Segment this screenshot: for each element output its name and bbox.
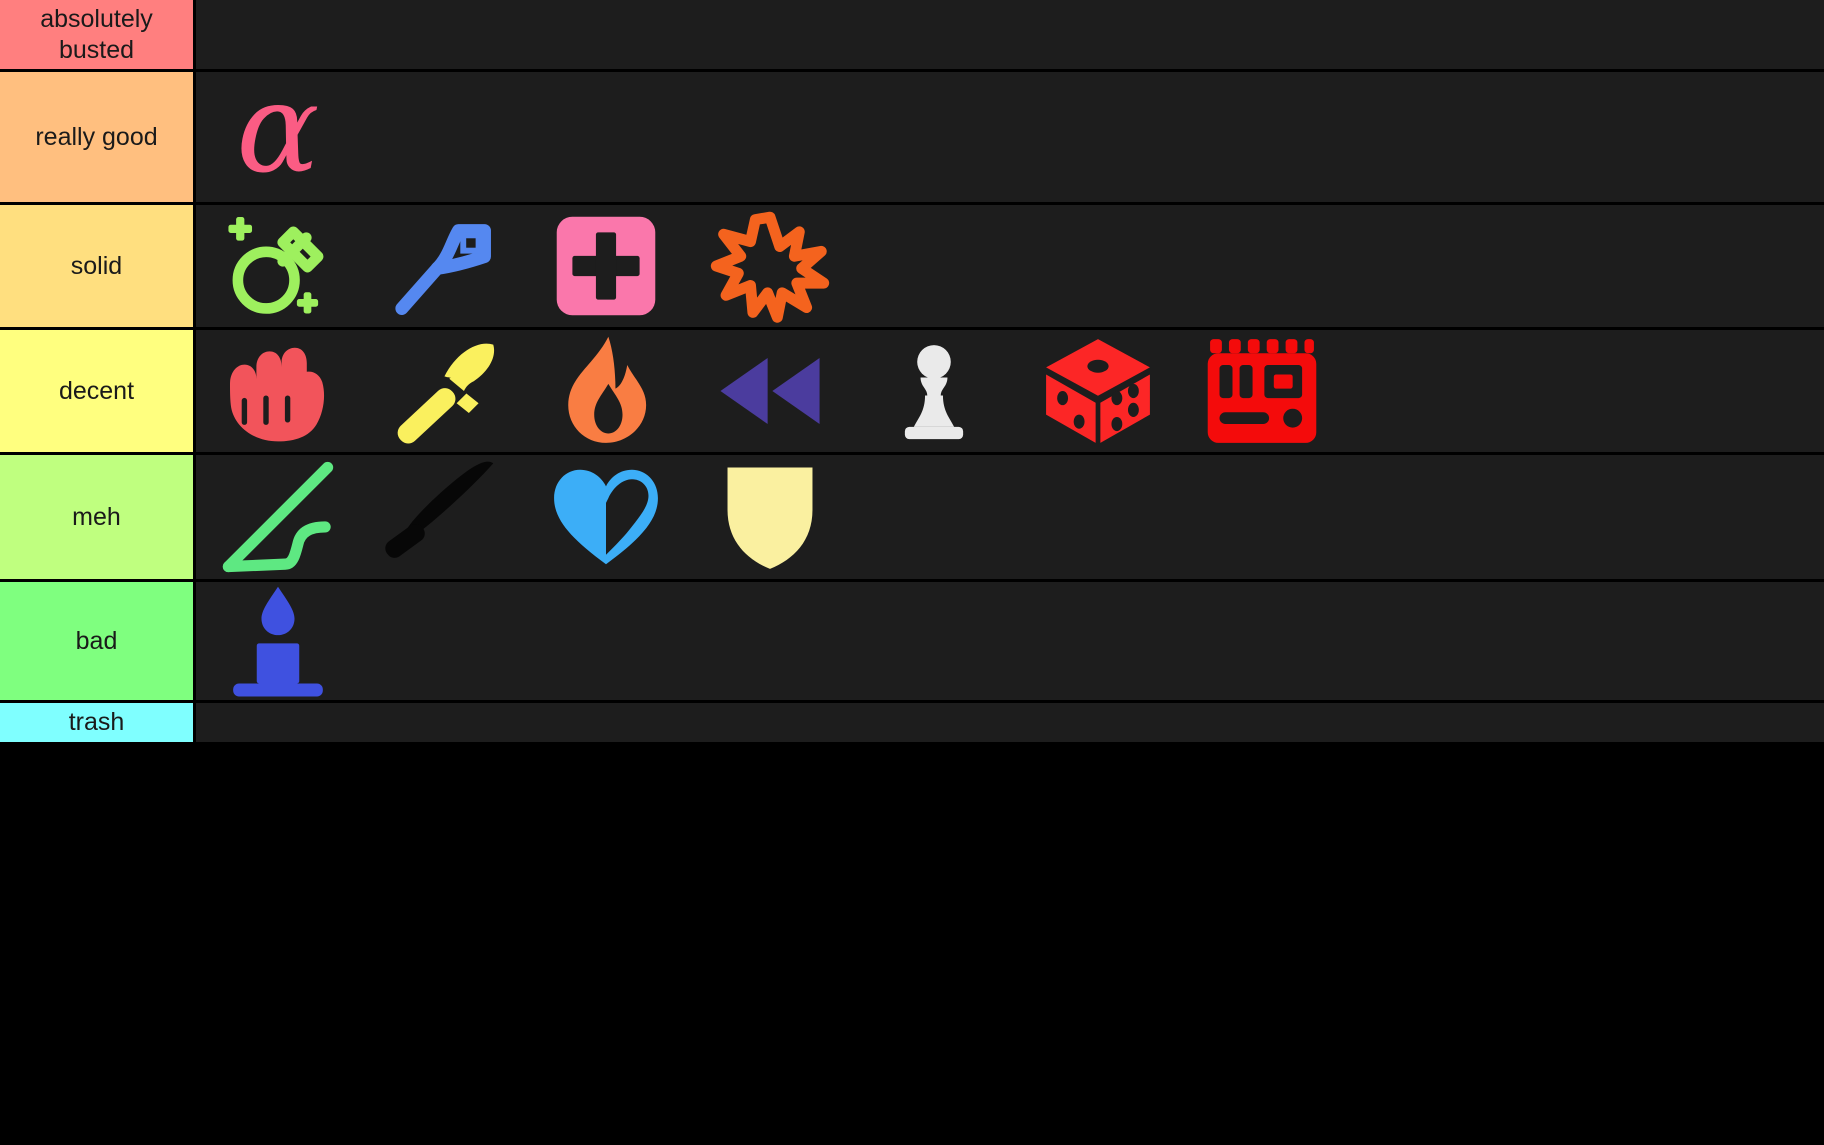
tier-row: absolutely busted: [0, 0, 1824, 72]
tier-label-trash[interactable]: trash: [0, 703, 196, 742]
tier-row: trash: [0, 703, 1824, 742]
potion-flask-icon: [228, 217, 324, 314]
tier-item-fist-punch[interactable]: [196, 330, 360, 452]
medkit-plus-icon: [556, 216, 656, 316]
tier-items-container[interactable]: [196, 582, 1824, 700]
tier-label-decent[interactable]: decent: [0, 330, 196, 452]
tier-label-meh[interactable]: meh: [0, 455, 196, 579]
tier-item-medkit-plus[interactable]: [524, 205, 688, 327]
tier-list: absolutely busted really good α solid de…: [0, 0, 1824, 1145]
tier-row: meh: [0, 455, 1824, 582]
tier-items-container[interactable]: [196, 455, 1824, 579]
tier-row: decent: [0, 330, 1824, 455]
fist-punch-icon: [230, 347, 325, 442]
tier-item-rewind-double-arrow[interactable]: [688, 330, 852, 452]
tier-item-explosion-burst[interactable]: [688, 205, 852, 327]
candle-icon: [233, 586, 323, 697]
shield-icon: [727, 467, 813, 569]
tier-items-container[interactable]: [196, 0, 1824, 69]
tier-item-candle[interactable]: [196, 582, 360, 700]
bow-icon: [222, 461, 334, 573]
tier-item-chess-pawn[interactable]: [852, 330, 1016, 452]
key-icon: [395, 224, 491, 315]
tier-item-flame-fire[interactable]: [524, 330, 688, 452]
tier-label-really-good[interactable]: really good: [0, 72, 196, 202]
tier-items-container[interactable]: α: [196, 72, 1824, 202]
tier-item-knife-dagger[interactable]: [360, 455, 524, 579]
tier-label-absolutely-busted[interactable]: absolutely busted: [0, 0, 196, 69]
heart-outline-icon: [554, 469, 658, 565]
tier-item-heart-outline[interactable]: [524, 455, 688, 579]
svg-text:α: α: [236, 72, 319, 201]
tier-item-bow[interactable]: [196, 455, 360, 579]
tier-items-container[interactable]: [196, 330, 1824, 452]
tier-row: really good α: [0, 72, 1824, 205]
tier-items-container[interactable]: [196, 703, 1824, 742]
tier-item-alpha-symbol[interactable]: α: [196, 72, 360, 202]
tier-items-container[interactable]: [196, 205, 1824, 327]
rewind-double-arrow-icon: [720, 357, 820, 425]
chess-pawn-icon: [904, 345, 964, 440]
dice-icon: [1046, 339, 1150, 443]
tier-item-detonator-box[interactable]: [1180, 330, 1344, 452]
flame-fire-icon: [568, 336, 647, 443]
tier-item-potion-flask[interactable]: [196, 205, 360, 327]
alpha-symbol-icon: α: [236, 72, 319, 201]
hammer-icon: [397, 343, 495, 444]
knife-dagger-icon: [385, 461, 494, 558]
explosion-burst-icon: [710, 211, 830, 323]
detonator-box-icon: [1207, 339, 1317, 443]
tier-item-dice[interactable]: [1016, 330, 1180, 452]
tier-item-key[interactable]: [360, 205, 524, 327]
tier-label-solid[interactable]: solid: [0, 205, 196, 327]
tier-item-shield[interactable]: [688, 455, 852, 579]
tier-label-bad[interactable]: bad: [0, 582, 196, 700]
tier-row: solid: [0, 205, 1824, 330]
tier-row: bad: [0, 582, 1824, 703]
tier-item-hammer[interactable]: [360, 330, 524, 452]
